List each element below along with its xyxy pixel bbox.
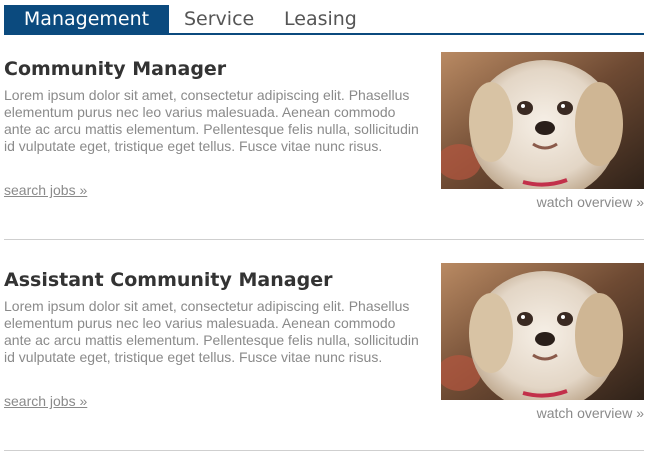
search-jobs-link[interactable]: search jobs » [4, 393, 87, 409]
job-title: Community Manager [4, 58, 227, 80]
divider [4, 239, 644, 240]
watch-overview-link[interactable]: watch overview » [537, 405, 644, 421]
watch-overview-link[interactable]: watch overview » [537, 194, 644, 210]
job-category-tabs: Management Service Leasing [4, 5, 644, 35]
dog-photo-icon [441, 52, 644, 189]
job-description: Lorem ipsum dolor sit amet, consectetur … [4, 87, 419, 154]
dog-photo-thumbnail[interactable] [441, 52, 644, 189]
divider [4, 450, 644, 451]
dog-photo-icon [441, 263, 644, 400]
job-title: Assistant Community Manager [4, 269, 333, 291]
dog-photo-thumbnail[interactable] [441, 263, 644, 400]
job-description: Lorem ipsum dolor sit amet, consectetur … [4, 298, 419, 365]
search-jobs-link[interactable]: search jobs » [4, 182, 87, 198]
tab-leasing[interactable]: Leasing [284, 5, 357, 33]
tab-service[interactable]: Service [184, 5, 254, 33]
tab-management[interactable]: Management [4, 5, 169, 33]
